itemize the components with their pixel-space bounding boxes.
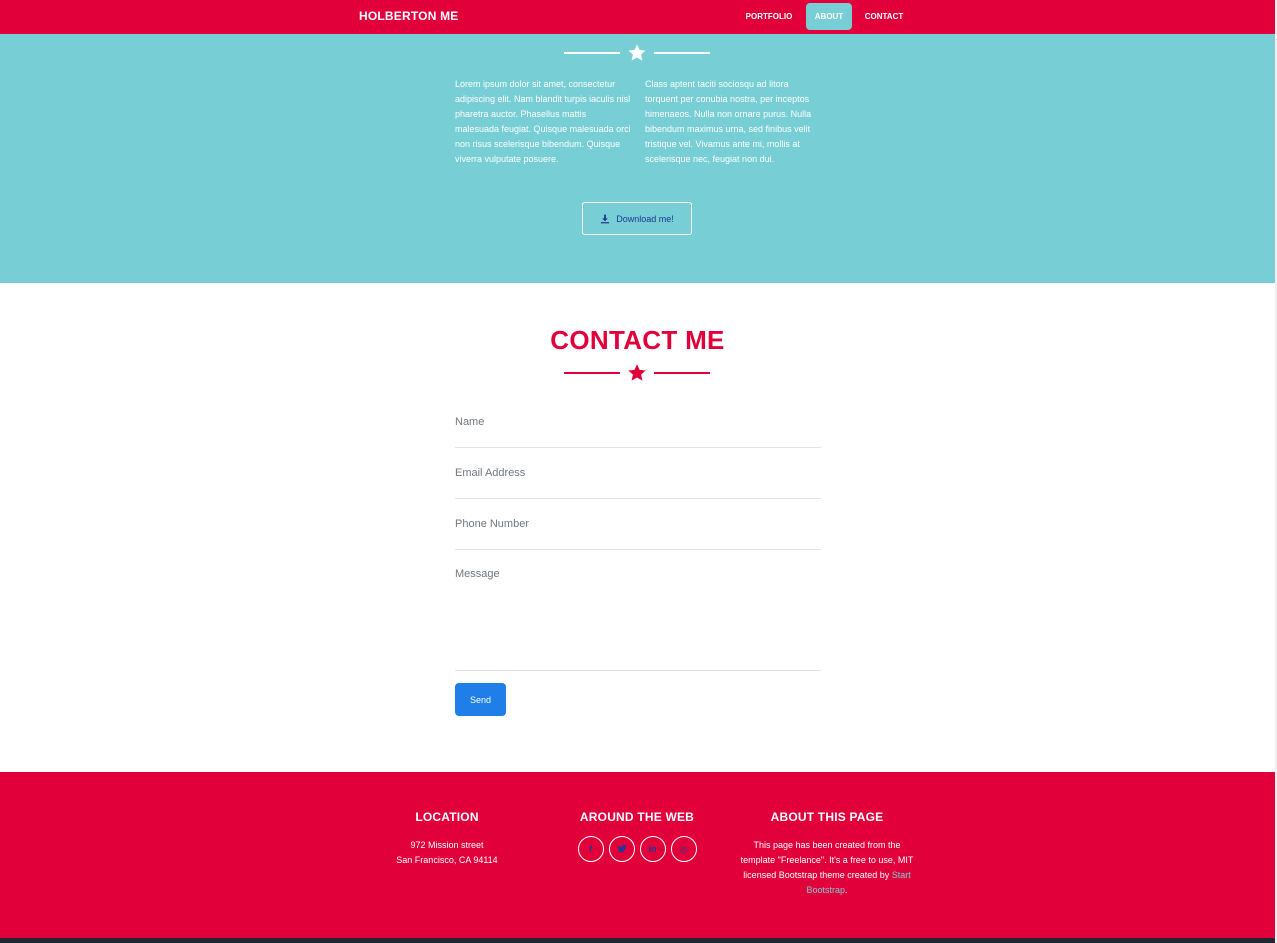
about-text-left: Lorem ipsum dolor sit amet, consectetur … — [455, 79, 631, 164]
email-placeholder: Email Address — [455, 467, 526, 479]
footer-about-page: ABOUT THIS PAGE This page has been creat… — [737, 810, 917, 898]
divider-line-right — [654, 372, 710, 374]
twitter-bird-glyph — [616, 844, 627, 853]
dribbble-icon[interactable]: ◎ — [670, 836, 697, 862]
nav-about[interactable]: ABOUT — [806, 3, 852, 30]
download-icon — [601, 214, 610, 223]
download-label: Download me! — [616, 213, 674, 224]
location-line1: 972 Mission street — [410, 840, 484, 850]
star-icon — [628, 364, 646, 381]
name-placeholder: Name — [455, 416, 485, 428]
around-web-title: AROUND THE WEB — [579, 810, 695, 824]
about-divider — [564, 43, 710, 63]
bottom-bar — [0, 938, 1277, 943]
send-button[interactable]: Send — [455, 683, 506, 716]
about-section: Lorem ipsum dolor sit amet, consectetur … — [0, 34, 1275, 283]
download-button[interactable]: Download me! — [582, 202, 692, 235]
about-page-suffix: . — [845, 885, 848, 895]
nav-contact[interactable]: CONTACT — [859, 3, 909, 30]
brand-title[interactable]: HOLBERTON ME — [359, 9, 459, 23]
message-field[interactable]: Message — [455, 558, 821, 671]
navbar: HOLBERTON ME PORTFOLIO ABOUT CONTACT — [0, 0, 1275, 34]
email-field[interactable]: Email Address — [455, 456, 821, 499]
about-text-right: Class aptent taciti sociosqu ad litora t… — [645, 79, 812, 164]
phone-placeholder: Phone Number — [455, 518, 529, 530]
facebook-icon[interactable]: f — [577, 836, 604, 862]
footer-around-web: AROUND THE WEB f in ◎ — [562, 810, 712, 862]
divider-line-left — [564, 52, 620, 54]
social-links: f in ◎ — [562, 836, 712, 862]
footer-location: LOCATION 972 Mission street San Francisc… — [372, 810, 522, 868]
location-line2: San Francisco, CA 94114 — [396, 855, 498, 865]
footer: LOCATION 972 Mission street San Francisc… — [0, 772, 1275, 938]
about-page-title: ABOUT THIS PAGE — [770, 810, 884, 824]
twitter-icon[interactable] — [608, 836, 635, 862]
about-page-text: This page has been created from the temp… — [737, 838, 917, 898]
nav-portfolio[interactable]: PORTFOLIO — [739, 3, 799, 30]
star-icon — [628, 44, 646, 61]
linkedin-icon[interactable]: in — [639, 836, 666, 862]
name-field[interactable]: Name — [455, 405, 821, 448]
location-title: LOCATION — [415, 810, 479, 824]
divider-line-left — [564, 372, 620, 374]
about-page-body: This page has been created from the temp… — [740, 840, 914, 880]
phone-field[interactable]: Phone Number — [455, 507, 821, 550]
contact-title: CONTACT ME — [550, 325, 725, 355]
message-placeholder: Message — [455, 568, 500, 580]
divider-line-right — [654, 52, 710, 54]
contact-divider — [564, 363, 710, 383]
